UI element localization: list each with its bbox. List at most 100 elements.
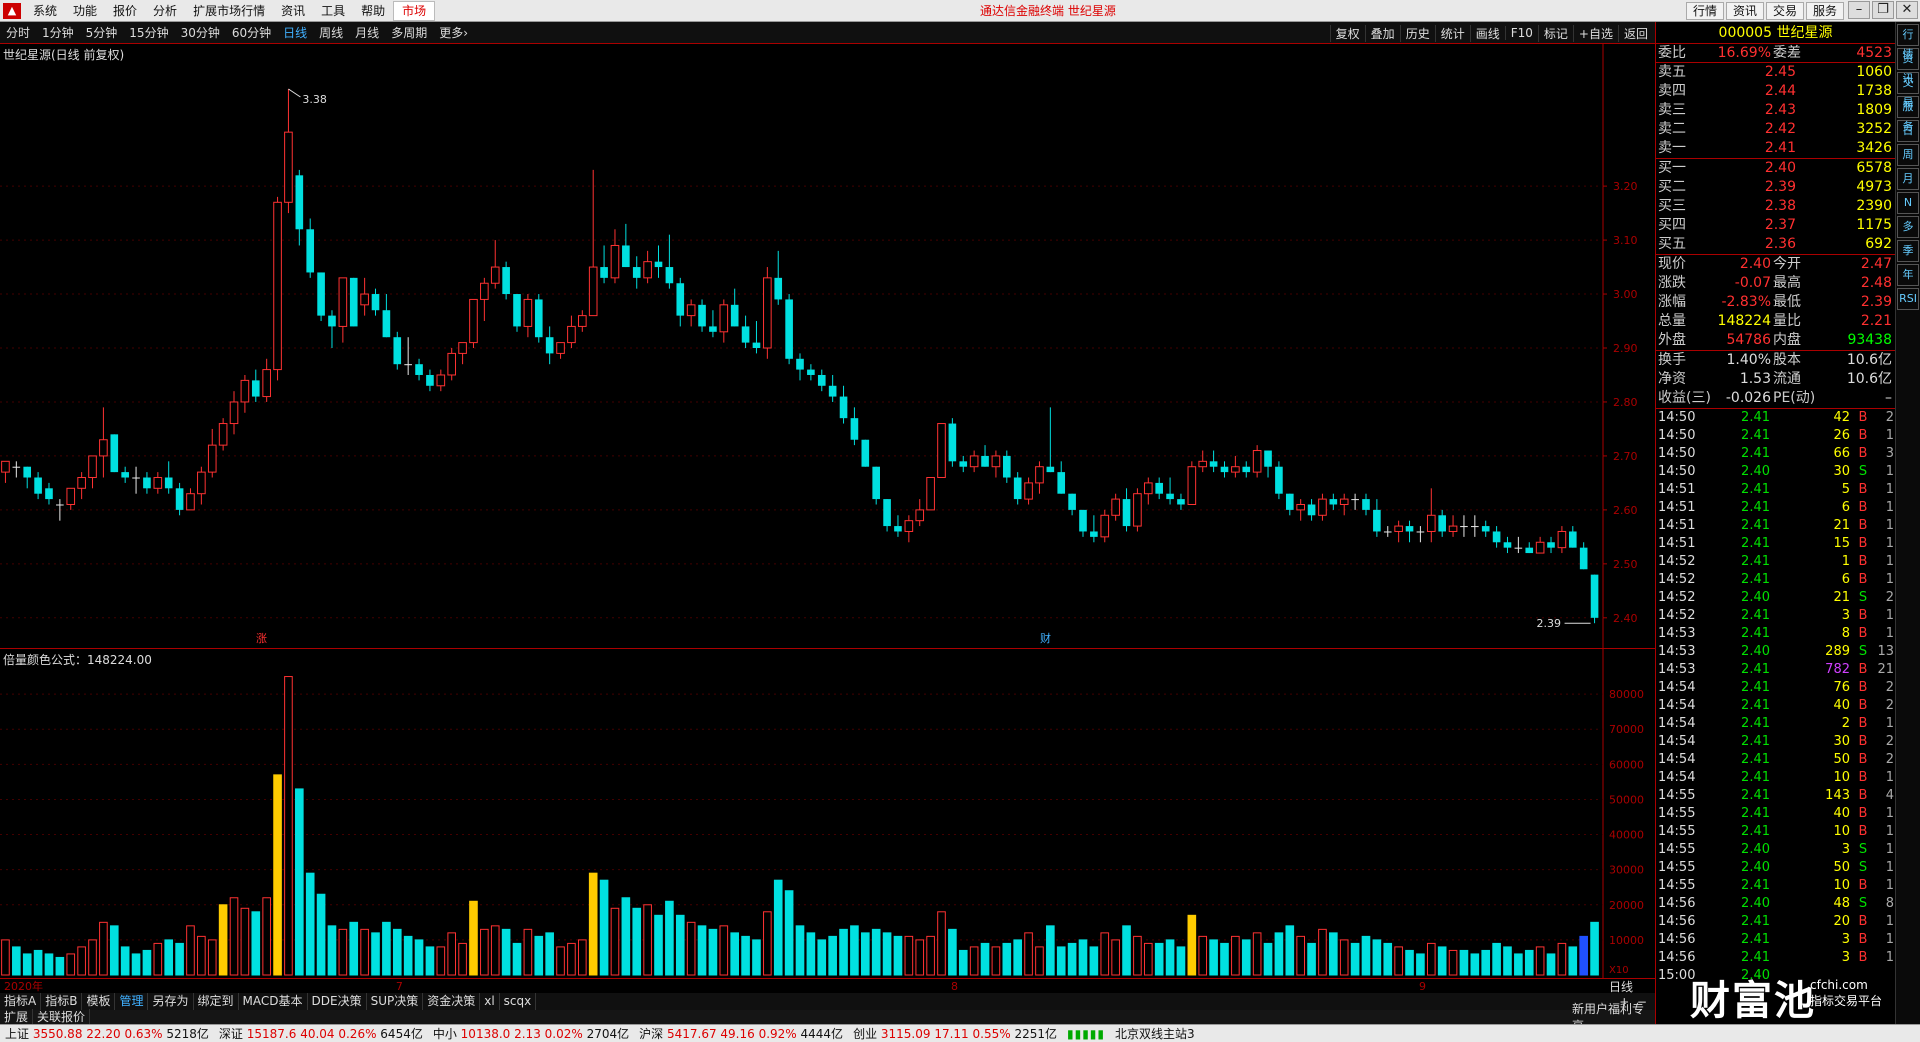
volume-bar bbox=[371, 932, 380, 976]
tool-adjust[interactable]: 复权 bbox=[1329, 24, 1365, 42]
volume-bar bbox=[207, 939, 217, 976]
side-button[interactable]: 季 bbox=[1897, 240, 1919, 262]
restore-icon[interactable]: ❐ bbox=[1872, 1, 1894, 19]
tab-save-as[interactable]: 另存为 bbox=[148, 993, 194, 1010]
side-button[interactable]: 月 bbox=[1897, 168, 1919, 190]
tab-scqx[interactable]: scqx bbox=[500, 993, 537, 1010]
volume-bar bbox=[556, 946, 565, 976]
side-button[interactable]: 年 bbox=[1897, 264, 1919, 286]
tab-manage[interactable]: 管理 bbox=[115, 993, 149, 1010]
tab-capital[interactable]: 资金决策 bbox=[423, 993, 481, 1010]
tool-draw[interactable]: 画线 bbox=[1469, 24, 1505, 42]
tool-history[interactable]: 历史 bbox=[1399, 24, 1435, 42]
close-icon[interactable]: ✕ bbox=[1896, 1, 1918, 19]
period-monthly[interactable]: 月线 bbox=[349, 22, 385, 44]
side-button[interactable]: 服务 bbox=[1897, 96, 1919, 133]
price-tick-label: 2.80 bbox=[1613, 396, 1638, 409]
menu-tools[interactable]: 工具 bbox=[313, 0, 353, 22]
tick-row: 14:53 2.41 8 B 1 bbox=[1656, 625, 1895, 643]
tick-row: 14:55 2.41 143 B 4 bbox=[1656, 787, 1895, 805]
tick-list[interactable]: 14:50 2.41 42 B 2 14:50 2.41 26 B 1 14:50 2.41 66 B 3 1… bbox=[1656, 409, 1895, 985]
side-button[interactable]: 周 bbox=[1897, 144, 1919, 166]
stat-label: 内盘 bbox=[1773, 332, 1801, 348]
tab-template[interactable]: 模板 bbox=[82, 993, 116, 1010]
tick-time: 14:52 bbox=[1658, 554, 1696, 569]
candle-body bbox=[1557, 530, 1567, 549]
menu-system[interactable]: 系统 bbox=[25, 0, 65, 22]
index-change-rate: 0.63% bbox=[124, 1027, 167, 1041]
volume-chart-panel[interactable]: 80000 70000 60000 50000 40000 30000 20000 10000… bbox=[0, 648, 1655, 979]
menu-extended-market[interactable]: 扩展市场行情 bbox=[185, 0, 273, 22]
menu-market[interactable]: 市场 bbox=[393, 0, 436, 21]
order-level-price: 2.39 bbox=[1764, 179, 1796, 195]
candle-body bbox=[1122, 499, 1131, 527]
volume-bar bbox=[501, 928, 511, 976]
tick-row: 14:54 2.41 50 B 2 bbox=[1656, 751, 1895, 769]
top-button-trade[interactable]: 交易 bbox=[1765, 2, 1804, 20]
kline-chart-panel[interactable]: 3.20 3.10 3.00 2.90 2.80 2.70 2.60 2.50 2.40 3.38… bbox=[0, 44, 1655, 648]
tool-f10[interactable]: F10 bbox=[1504, 26, 1538, 40]
tick-side: B bbox=[1858, 914, 1868, 929]
side-button[interactable]: 资讯 bbox=[1897, 48, 1919, 85]
period-60min[interactable]: 60分钟 bbox=[226, 22, 277, 44]
top-button-quote[interactable]: 行情 bbox=[1685, 2, 1724, 20]
tab-macd[interactable]: MACD基本 bbox=[239, 993, 308, 1010]
tab-bind-to[interactable]: 绑定到 bbox=[194, 993, 239, 1010]
period-30min[interactable]: 30分钟 bbox=[175, 22, 226, 44]
tick-side: B bbox=[1858, 608, 1868, 623]
period-15min[interactable]: 15分钟 bbox=[123, 22, 174, 44]
tick-time: 14:52 bbox=[1658, 590, 1696, 605]
candle-body bbox=[1231, 466, 1240, 473]
tool-back[interactable]: 返回 bbox=[1617, 24, 1653, 42]
tab-indicator-b[interactable]: 指标B bbox=[41, 993, 83, 1010]
volume-bar bbox=[1426, 942, 1436, 976]
side-button[interactable]: 行情 bbox=[1897, 24, 1919, 61]
side-button[interactable]: RSI bbox=[1897, 288, 1919, 310]
tab-extend[interactable]: 扩展 bbox=[0, 1008, 34, 1026]
period-weekly[interactable]: 周线 bbox=[313, 22, 349, 44]
menu-news[interactable]: 资讯 bbox=[273, 0, 313, 22]
menu-help[interactable]: 帮助 bbox=[353, 0, 393, 22]
side-button[interactable]: N bbox=[1897, 192, 1919, 214]
tick-time: 14:53 bbox=[1658, 644, 1696, 659]
volume-bar bbox=[360, 928, 369, 976]
tab-sup[interactable]: SUP决策 bbox=[367, 993, 424, 1010]
index-amount: 2251亿 bbox=[1014, 1027, 1057, 1041]
menu-quote[interactable]: 报价 bbox=[105, 0, 145, 22]
price-tick-label: 2.40 bbox=[1613, 612, 1638, 625]
top-button-service[interactable]: 服务 bbox=[1805, 2, 1844, 20]
stat-label: 最高 bbox=[1773, 275, 1801, 291]
menu-analysis[interactable]: 分析 bbox=[145, 0, 185, 22]
ask-level-row: 卖四 2.44 1738 bbox=[1656, 82, 1895, 101]
candle-body bbox=[360, 293, 369, 306]
side-button[interactable]: 多 bbox=[1897, 216, 1919, 238]
side-button[interactable]: 交易 bbox=[1897, 72, 1919, 109]
menu-function[interactable]: 功能 bbox=[65, 0, 105, 22]
tick-side: B bbox=[1858, 428, 1868, 443]
top-button-news[interactable]: 资讯 bbox=[1725, 2, 1764, 20]
tab-related-quote[interactable]: 关联报价 bbox=[33, 1008, 91, 1026]
tool-stats[interactable]: 统计 bbox=[1434, 24, 1470, 42]
candle-body bbox=[1362, 499, 1370, 510]
tab-xl[interactable]: xl bbox=[480, 993, 500, 1010]
order-level-price: 2.37 bbox=[1764, 217, 1796, 233]
tool-mark[interactable]: 标记 bbox=[1537, 24, 1573, 42]
period-more[interactable]: 更多› bbox=[433, 22, 474, 44]
tab-indicator-a[interactable]: 指标A bbox=[0, 993, 42, 1010]
date-tick-label: 2020年 bbox=[4, 979, 43, 993]
period-daily[interactable]: 日线 bbox=[277, 22, 313, 44]
period-1min[interactable]: 1分钟 bbox=[36, 22, 80, 44]
tool-add-watchlist[interactable]: +自选 bbox=[1572, 24, 1618, 42]
period-intraday[interactable]: 分时 bbox=[0, 22, 36, 44]
index-name: 创业 bbox=[853, 1027, 881, 1041]
candle-body bbox=[1394, 525, 1403, 532]
volume-chart-svg[interactable]: 80000 70000 60000 50000 40000 30000 20000 10000… bbox=[0, 649, 1655, 979]
tick-price: 2.41 bbox=[1741, 518, 1770, 533]
period-5min[interactable]: 5分钟 bbox=[80, 22, 124, 44]
minimize-icon[interactable]: – bbox=[1848, 1, 1870, 19]
tab-dde[interactable]: DDE决策 bbox=[308, 993, 367, 1010]
side-button[interactable]: 日 bbox=[1897, 120, 1919, 142]
tool-overlay[interactable]: 叠加 bbox=[1364, 24, 1400, 42]
kline-chart-svg[interactable]: 3.20 3.10 3.00 2.90 2.80 2.70 2.60 2.50 2.40 3.38… bbox=[0, 44, 1655, 648]
period-multi[interactable]: 多周期 bbox=[385, 22, 433, 44]
